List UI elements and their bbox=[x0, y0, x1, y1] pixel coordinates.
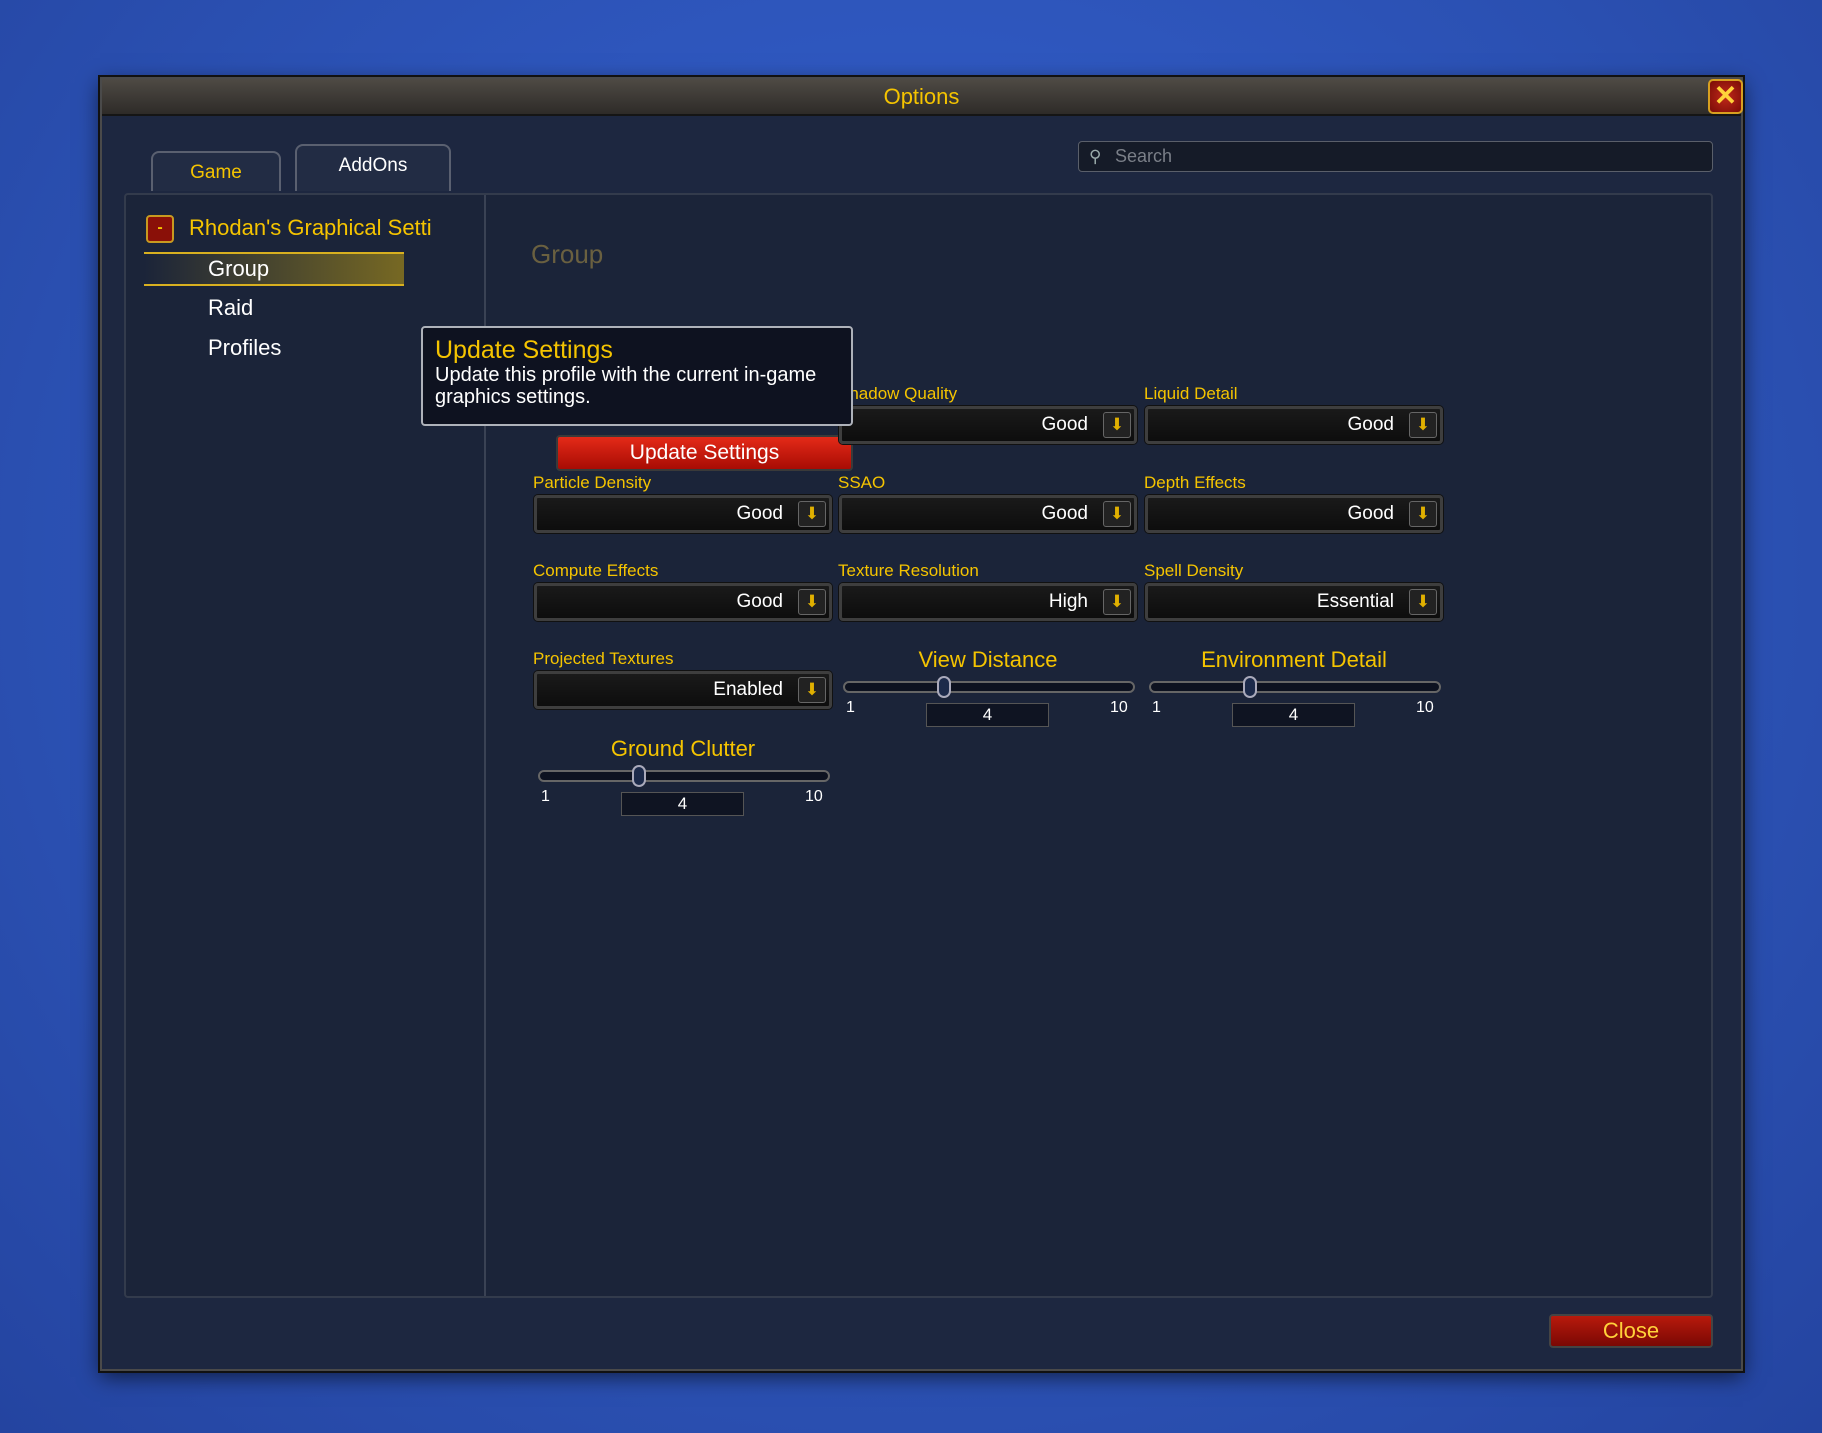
sidebar-root[interactable]: Rhodan's Graphical Setti bbox=[189, 215, 432, 241]
sidebar-selection-highlight bbox=[144, 252, 404, 286]
dropdown-value: High bbox=[1048, 591, 1088, 612]
dropdown[interactable]: Good ⬇ bbox=[534, 583, 832, 621]
options-dialog: Options ✕ Game AddOns ⚲ Search - Rhodan's… bbox=[100, 77, 1743, 1371]
chevron-down-icon[interactable]: ⬇ bbox=[1103, 589, 1131, 615]
slider-title: Environment Detail bbox=[1201, 647, 1387, 672]
section-header: Group bbox=[531, 239, 604, 269]
dropdown-value: Good bbox=[1041, 503, 1088, 524]
slider-title: Ground Clutter bbox=[610, 736, 756, 761]
sidebar-item-raid[interactable]: Raid bbox=[208, 295, 253, 321]
close-button[interactable]: Close bbox=[1549, 1314, 1713, 1348]
slider-track[interactable] bbox=[538, 765, 830, 787]
dropdown[interactable]: Good ⬇ bbox=[1145, 495, 1443, 533]
dropdown[interactable]: Good ⬇ bbox=[839, 406, 1137, 444]
settings-panel: - Rhodan's Graphical Setti Group Raid Pr… bbox=[124, 193, 1713, 1298]
chevron-down-icon[interactable]: ⬇ bbox=[1409, 589, 1437, 615]
dropdown-label: Compute Effects bbox=[533, 561, 659, 580]
slider-title: View Distance bbox=[918, 647, 1058, 672]
slider-min: 1 bbox=[1152, 699, 1161, 716]
dropdown-label: Texture Resolution bbox=[838, 561, 979, 580]
dropdown[interactable]: Good ⬇ bbox=[1145, 406, 1443, 444]
slider-min: 1 bbox=[541, 788, 550, 805]
slider-track[interactable] bbox=[1149, 676, 1441, 698]
dropdown-label: Shadow Quality bbox=[838, 384, 958, 403]
dropdown[interactable]: Good ⬇ bbox=[534, 495, 832, 533]
dropdown-value: Enabled bbox=[713, 679, 783, 700]
dropdown-label: Particle Density bbox=[533, 473, 652, 492]
tooltip: Update Settings Update this profile with… bbox=[421, 326, 853, 426]
dropdown-value: Good bbox=[1347, 503, 1394, 524]
dropdown[interactable]: Good ⬇ bbox=[839, 495, 1137, 533]
dropdown-value: Good bbox=[736, 503, 783, 524]
chevron-down-icon[interactable]: ⬇ bbox=[1409, 501, 1437, 527]
chevron-down-icon[interactable]: ⬇ bbox=[798, 501, 826, 527]
dropdown-label: Projected Textures bbox=[533, 649, 674, 668]
sidebar-item-profiles[interactable]: Profiles bbox=[208, 335, 281, 361]
dropdown-label: Spell Density bbox=[1144, 561, 1244, 580]
title-bar[interactable]: Options bbox=[102, 79, 1741, 116]
dropdown[interactable]: High ⬇ bbox=[839, 583, 1137, 621]
dropdown-value: Good bbox=[1041, 414, 1088, 435]
slider-value: 4 bbox=[926, 703, 1049, 727]
search-input[interactable]: ⚲ Search bbox=[1078, 141, 1713, 172]
dropdown-label: Depth Effects bbox=[1144, 473, 1246, 492]
slider-thumb[interactable] bbox=[1242, 676, 1257, 698]
slider-max: 10 bbox=[805, 788, 823, 805]
chevron-down-icon[interactable]: ⬇ bbox=[1103, 501, 1131, 527]
slider-min: 1 bbox=[846, 699, 855, 716]
dropdown-value: Essential bbox=[1316, 591, 1394, 612]
slider-max: 10 bbox=[1110, 699, 1128, 716]
dropdown-value: Good bbox=[736, 591, 783, 612]
chevron-down-icon[interactable]: ⬇ bbox=[1409, 412, 1437, 438]
dropdown-label: SSAO bbox=[838, 473, 886, 492]
slider-max: 10 bbox=[1416, 699, 1434, 716]
slider-thumb[interactable] bbox=[936, 676, 951, 698]
tab-game[interactable]: Game bbox=[151, 151, 281, 191]
dropdown-label: Liquid Detail bbox=[1144, 384, 1238, 403]
tooltip-title: Update Settings bbox=[435, 336, 613, 364]
slider-track[interactable] bbox=[843, 676, 1135, 698]
slider-value: 4 bbox=[621, 792, 744, 816]
update-settings-button[interactable]: Update Settings bbox=[556, 435, 853, 471]
chevron-down-icon[interactable]: ⬇ bbox=[798, 677, 826, 703]
dropdown[interactable]: Enabled ⬇ bbox=[534, 671, 832, 709]
slider-thumb[interactable] bbox=[631, 765, 646, 787]
search-icon: ⚲ bbox=[1089, 147, 1102, 166]
chevron-down-icon[interactable]: ⬇ bbox=[798, 589, 826, 615]
sidebar-item-group[interactable]: Group bbox=[208, 256, 269, 282]
dropdown-value: Good bbox=[1347, 414, 1394, 435]
collapse-icon[interactable]: - bbox=[146, 215, 174, 243]
close-x-icon[interactable]: ✕ bbox=[1708, 79, 1743, 114]
dropdown[interactable]: Essential ⬇ bbox=[1145, 583, 1443, 621]
slider-value: 4 bbox=[1232, 703, 1355, 727]
tooltip-text: Update this profile with the current in-… bbox=[435, 364, 817, 408]
tab-addons[interactable]: AddOns bbox=[295, 144, 451, 191]
search-placeholder: Search bbox=[1115, 146, 1173, 166]
chevron-down-icon[interactable]: ⬇ bbox=[1103, 412, 1131, 438]
